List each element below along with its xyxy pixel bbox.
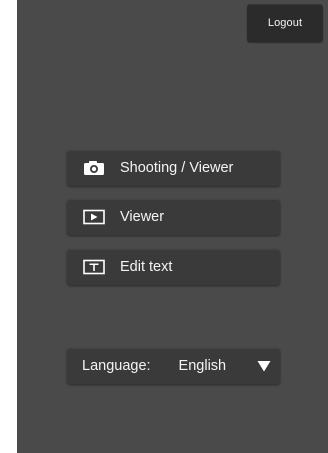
language-select[interactable]: Language: English	[67, 348, 280, 384]
text-t-icon	[82, 259, 106, 275]
logout-label: Logout	[267, 17, 303, 29]
edit-text-button[interactable]: Edit text	[67, 249, 280, 285]
viewer-button[interactable]: Viewer	[67, 199, 280, 235]
play-icon	[82, 209, 106, 225]
triangle-down-icon	[257, 360, 271, 372]
logout-button[interactable]: Logout	[247, 4, 323, 42]
edit-text-label: Edit text	[120, 259, 173, 275]
language-value: English	[178, 358, 227, 374]
viewer-label: Viewer	[120, 209, 165, 225]
language-label: Language:	[82, 358, 151, 374]
app-screen: Logout Shooting / Viewer Viewer Edit tex…	[17, 0, 328, 453]
shooting-viewer-label: Shooting / Viewer	[120, 160, 234, 176]
shooting-viewer-button[interactable]: Shooting / Viewer	[67, 150, 280, 186]
camera-icon	[82, 160, 106, 176]
